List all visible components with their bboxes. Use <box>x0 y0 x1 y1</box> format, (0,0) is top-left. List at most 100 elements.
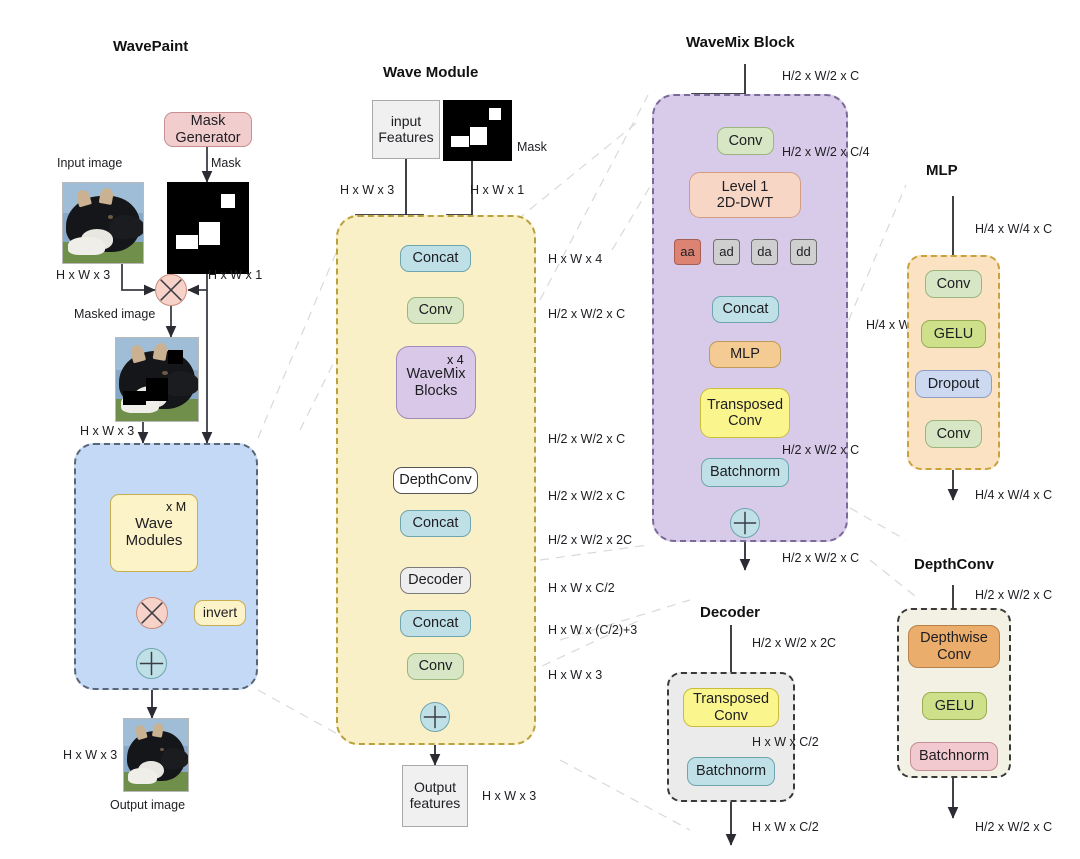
wm-decoder: Decoder <box>400 567 471 594</box>
wm-output-line2: features <box>409 795 461 811</box>
wm-concat-2: Concat <box>400 510 471 537</box>
wmx-concat: Concat <box>712 296 779 323</box>
output-image-label: Output image <box>110 798 186 812</box>
multiply-glyph <box>160 279 182 301</box>
wmx-batchnorm: Batchnorm <box>701 458 789 487</box>
dim-wm-after-decoder: H x W x C/2 <box>548 581 615 595</box>
dim-wm-after-concat1: H x W x 4 <box>548 252 603 266</box>
dim-input-image: H x W x 3 <box>56 268 111 282</box>
decoder-title: Decoder <box>700 604 761 621</box>
wavemix-title: WaveMix Block <box>686 34 795 51</box>
mask-bitmap <box>167 182 249 274</box>
mlp-gelu: GELU <box>921 320 986 348</box>
wmx-subband-dd: dd <box>790 239 817 265</box>
dec-tconv-line1: Transposed <box>692 691 770 708</box>
wavepaint-title: WavePaint <box>113 38 189 55</box>
input-features-line2: Features <box>378 128 434 145</box>
wmx-tconv-line1: Transposed <box>706 396 784 413</box>
wave-modules-line1: Wave <box>135 515 173 533</box>
wmx-dwt-line2: 2D-DWT <box>716 195 774 211</box>
dim-dec-output: H x W x C/2 <box>752 820 819 834</box>
dim-wm-after-conv2: H x W x 3 <box>548 668 603 682</box>
multiply-operator-2 <box>136 597 168 629</box>
dc-dw-line1: Depthwise <box>920 630 988 647</box>
dim-mask: H x W x 1 <box>208 268 263 282</box>
wave-modules-line2: Modules <box>125 532 183 549</box>
dc-depthwise-conv: Depthwise Conv <box>908 625 1000 668</box>
mlp-conv-1: Conv <box>925 270 982 298</box>
masked-image-label: Masked image <box>74 307 156 321</box>
wm-conv-2: Conv <box>407 653 464 680</box>
wmx-tconv-line2: Conv <box>728 413 762 429</box>
wavemodule-mask-label: Mask <box>517 140 547 154</box>
wmx-conv: Conv <box>717 127 774 155</box>
input-features-block: input Features <box>372 100 440 159</box>
dim-wm-in-mask: H x W x 1 <box>470 183 525 197</box>
wave-modules-multiplier: x M <box>166 500 187 514</box>
dec-transposed-conv: Transposed Conv <box>683 688 779 727</box>
mlp-dropout: Dropout <box>915 370 992 398</box>
dim-mlp-output: H/4 x W/4 x C <box>975 488 1053 502</box>
dim-wmx-after-conv: H/2 x W/2 x C/4 <box>782 145 870 159</box>
input-features-line1: input <box>390 112 422 129</box>
dim-wm-in-features: H x W x 3 <box>340 183 395 197</box>
wm-wavemix-line2: Blocks <box>414 382 458 399</box>
plus-glyph-wmx <box>733 511 757 535</box>
wavepaint-mask-label: Mask <box>211 156 241 170</box>
masked-image-photo <box>115 337 199 422</box>
wm-wavemix-multiplier: x 4 <box>447 353 464 367</box>
dim-wm-after-concat3: H x W x (C/2)+3 <box>548 623 638 637</box>
multiply-operator-1 <box>155 274 187 306</box>
mask-generator-line2: Generator <box>175 129 241 146</box>
wmx-subband-ad: ad <box>713 239 740 265</box>
wmx-mlp: MLP <box>709 341 781 368</box>
dec-batchnorm: Batchnorm <box>687 757 775 786</box>
mlp-title: MLP <box>926 162 958 179</box>
wmx-transposed-conv: Transposed Conv <box>700 388 790 438</box>
multiply-glyph-2 <box>141 602 163 624</box>
dim-wm-after-concat2: H/2 x W/2 x 2C <box>548 533 633 547</box>
wm-wavemix-blocks: WaveMix Blocks <box>396 346 476 419</box>
wavemodule-mask-bitmap <box>443 100 512 161</box>
invert-block: invert <box>194 600 246 626</box>
plus-glyph <box>139 651 164 676</box>
depthconv-title: DepthConv <box>914 556 994 573</box>
dim-wmx-after-tconv: H/2 x W/2 x C <box>782 443 860 457</box>
dim-wm-after-wavemix: H/2 x W/2 x C <box>548 432 626 446</box>
dim-dec-input: H/2 x W/2 x 2C <box>752 636 837 650</box>
wm-depthconv: DepthConv <box>393 467 478 494</box>
dim-dec-mid: H x W x C/2 <box>752 735 819 749</box>
wmx-add-operator <box>730 508 760 538</box>
wmx-subband-da: da <box>751 239 778 265</box>
dim-wmx-input: H/2 x W/2 x C <box>782 69 860 83</box>
wm-output-line1: Output <box>413 779 457 796</box>
mlp-conv-2: Conv <box>925 420 982 448</box>
plus-glyph-wm <box>423 705 447 729</box>
add-operator-1 <box>136 648 167 679</box>
dim-mlp-input: H/4 x W/4 x C <box>975 222 1053 236</box>
dim-wm-after-depthconv: H/2 x W/2 x C <box>548 489 626 503</box>
dc-batchnorm: Batchnorm <box>910 742 998 771</box>
dec-tconv-line2: Conv <box>714 707 748 724</box>
wmx-dwt-line1: Level 1 <box>721 178 769 195</box>
dc-dw-line2: Conv <box>937 646 971 663</box>
wavemodule-title: Wave Module <box>383 64 479 81</box>
mask-generator-block: Mask Generator <box>164 112 252 147</box>
wm-concat-3: Concat <box>400 610 471 637</box>
wmx-subband-aa: aa <box>674 239 701 265</box>
input-image-label: Input image <box>57 156 123 170</box>
dim-masked-image: H x W x 3 <box>80 424 135 438</box>
output-image-photo <box>123 718 189 792</box>
dim-wm-output: H x W x 3 <box>482 789 537 803</box>
dim-wmx-output: H/2 x W/2 x C <box>782 551 860 565</box>
wm-wavemix-line1: WaveMix <box>406 366 466 383</box>
wm-add-operator <box>420 702 450 732</box>
wm-concat-1: Concat <box>400 245 471 272</box>
input-image-photo <box>62 182 144 264</box>
wm-output-features-block: Output features <box>402 765 468 827</box>
dim-wm-after-conv1: H/2 x W/2 x C <box>548 307 626 321</box>
wmx-dwt-block: Level 1 2D-DWT <box>689 172 801 218</box>
dim-dc-input: H/2 x W/2 x C <box>975 588 1053 602</box>
wm-conv-1: Conv <box>407 297 464 324</box>
dim-dc-output: H/2 x W/2 x C <box>975 820 1053 834</box>
